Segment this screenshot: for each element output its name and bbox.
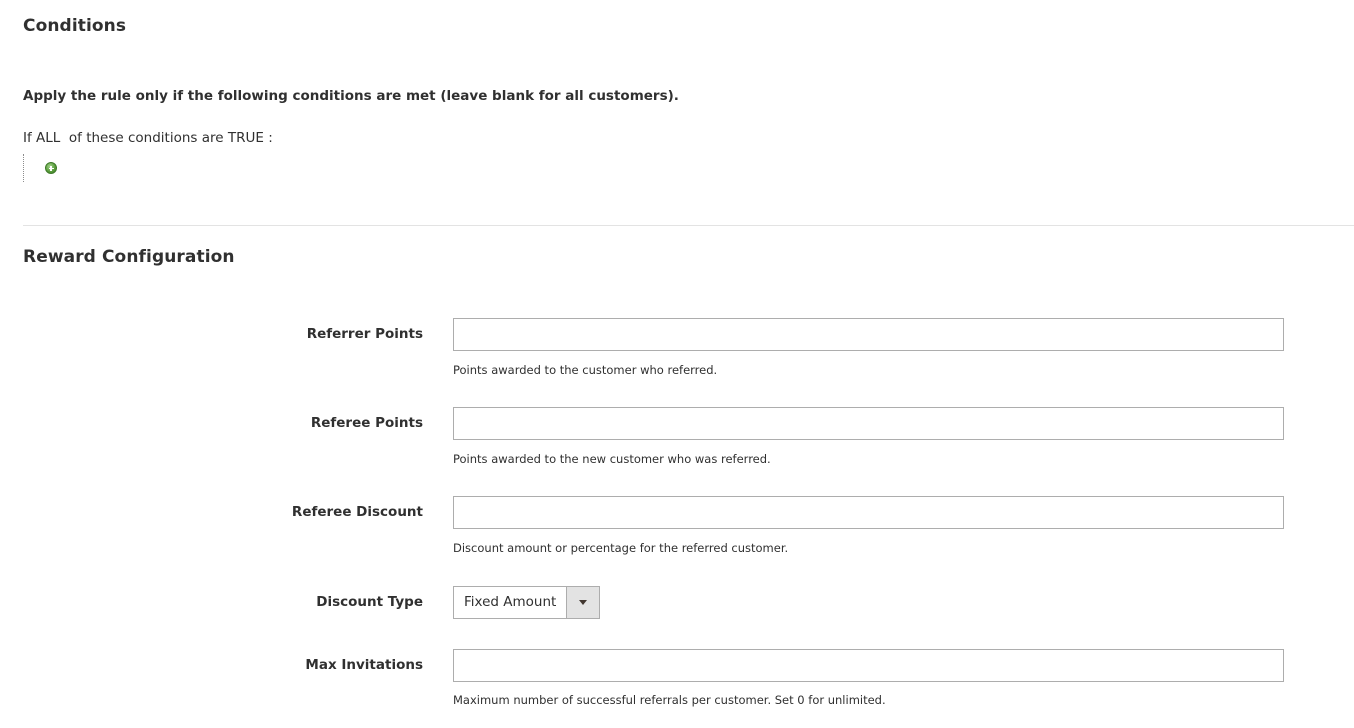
discount-type-selected-value: Fixed Amount [464,594,557,610]
referee-discount-note: Discount amount or percentage for the re… [453,541,789,555]
rule-aggregator-toggle[interactable]: ALL [36,130,60,146]
chevron-down-icon [579,600,587,605]
conditions-intro-text: Apply the rule only if the following con… [23,88,679,104]
discount-type-select[interactable]: Fixed Amount [453,586,600,619]
referee-points-label: Referee Points [310,415,423,431]
section-divider [23,225,1354,226]
referrer-points-note: Points awarded to the customer who refer… [453,363,718,377]
referee-points-input[interactable] [453,407,1284,440]
rule-middle: of these conditions are [60,130,228,146]
referrer-points-label: Referrer Points [306,326,423,342]
max-invitations-label: Max Invitations [305,657,423,673]
rule-edit-page: Conditions Apply the rule only if the fo… [0,0,1354,728]
discount-type-label: Discount Type [316,594,423,610]
condition-tree [23,154,63,182]
referrer-points-input[interactable] [453,318,1284,351]
max-invitations-note: Maximum number of successful referrals p… [453,693,886,707]
reward-section-title: Reward Configuration [23,247,235,267]
referee-discount-input[interactable] [453,496,1284,529]
rule-value-toggle[interactable]: TRUE [228,130,264,146]
referee-discount-label: Referee Discount [291,504,423,520]
add-circle-icon[interactable] [45,162,57,174]
discount-type-dropdown-button[interactable] [566,587,599,618]
conditions-section-title: Conditions [23,16,127,36]
max-invitations-input[interactable] [453,649,1284,682]
condition-rule-sentence: If ALL of these conditions are TRUE : [23,130,273,146]
rule-suffix: : [263,130,273,146]
rule-prefix: If [23,130,37,146]
referee-points-note: Points awarded to the new customer who w… [453,452,771,466]
